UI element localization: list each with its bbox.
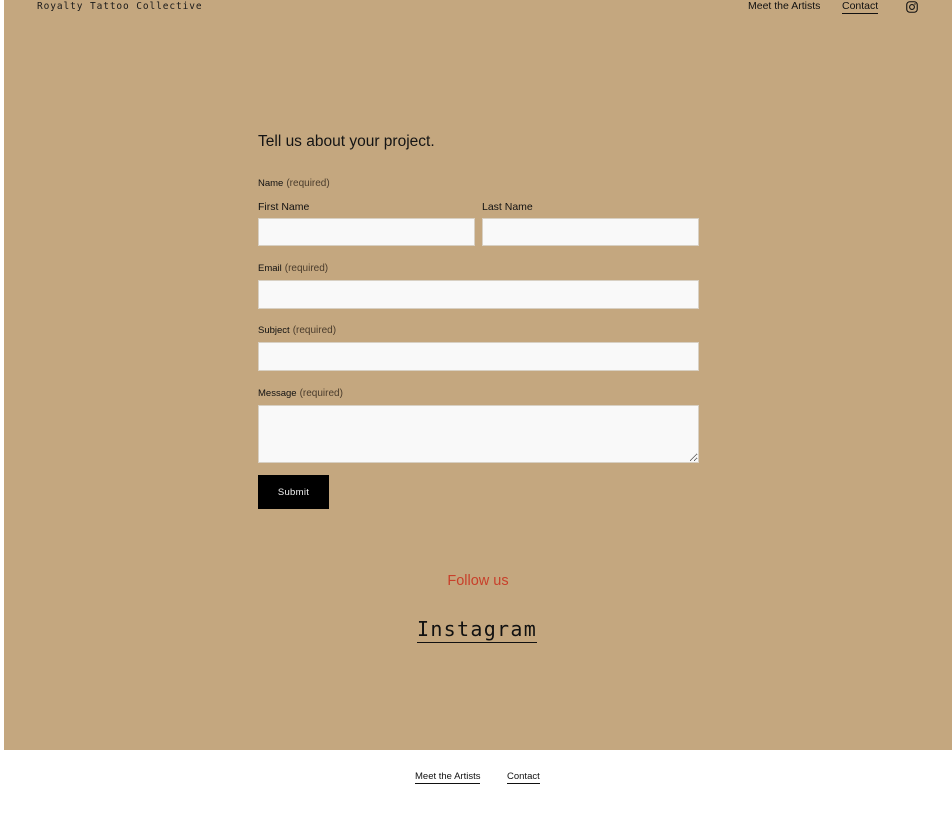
message-textarea[interactable] [258, 405, 699, 463]
email-label-text: Email [258, 263, 282, 274]
message-label: Message (required) [258, 388, 343, 399]
last-name-input[interactable] [482, 218, 699, 246]
instagram-icon[interactable] [906, 0, 918, 13]
email-input[interactable] [258, 280, 699, 309]
name-label-text: Name [258, 178, 284, 189]
nav-meet-the-artists[interactable]: Meet the Artists [748, 0, 820, 12]
last-name-label: Last Name [482, 201, 533, 213]
required-indicator: (required) [284, 263, 329, 274]
message-label-text: Message [258, 388, 297, 399]
required-indicator: (required) [286, 178, 330, 189]
first-name-input[interactable] [258, 218, 475, 246]
subject-label: Subject (required) [258, 325, 336, 336]
footer-contact[interactable]: Contact [507, 771, 540, 784]
main-section: Royalty Tattoo Collective Meet the Artis… [4, 0, 952, 750]
email-label: Email (required) [258, 263, 328, 274]
form-title: Tell us about your project. [258, 133, 435, 150]
name-label: Name (required) [258, 178, 330, 189]
follow-us-heading: Follow us [447, 573, 509, 589]
required-indicator: (required) [292, 325, 337, 336]
footer-meet-the-artists[interactable]: Meet the Artists [415, 771, 481, 784]
site-logo[interactable]: Royalty Tattoo Collective [37, 1, 203, 12]
required-indicator: (required) [299, 388, 343, 399]
subject-input[interactable] [258, 342, 699, 371]
subject-label-text: Subject [258, 325, 290, 336]
submit-button[interactable]: Submit [258, 475, 329, 509]
footer: Meet the Artists Contact [4, 750, 952, 834]
first-name-label: First Name [258, 201, 310, 213]
instagram-link[interactable]: Instagram [417, 618, 538, 643]
nav-contact[interactable]: Contact [842, 0, 879, 14]
